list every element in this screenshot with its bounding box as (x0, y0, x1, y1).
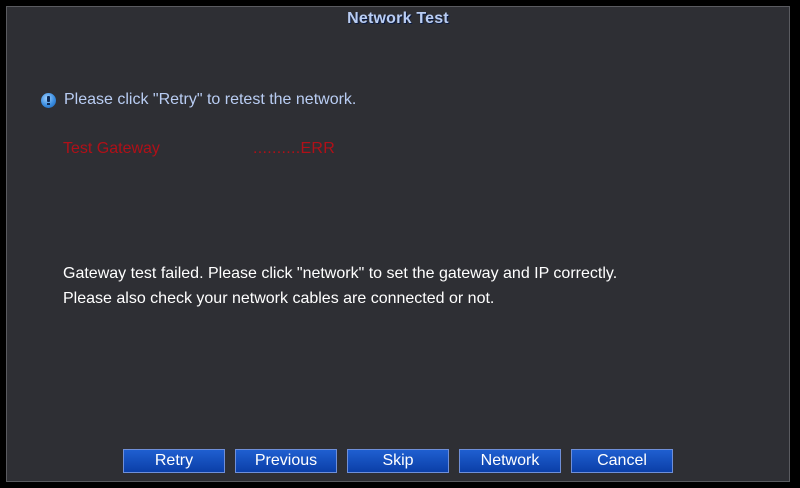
network-test-dialog: Network Test Please click "Retry" to ret… (6, 6, 790, 482)
error-message-line-1: Gateway test failed. Please click "netwo… (63, 265, 618, 282)
cancel-button[interactable]: Cancel (571, 449, 673, 473)
error-message-line-2: Please also check your network cables ar… (63, 290, 495, 307)
retry-button[interactable]: Retry (123, 449, 225, 473)
test-gateway-result: ..........ERR (253, 140, 336, 157)
network-button[interactable]: Network (459, 449, 561, 473)
dialog-title: Network Test (347, 10, 449, 27)
error-message: Gateway test failed. Please click "netwo… (63, 261, 617, 311)
button-bar: Retry Previous Skip Network Cancel (7, 449, 789, 473)
info-icon (41, 92, 56, 108)
test-gateway-label: Test Gateway (63, 140, 160, 157)
info-row: Please click "Retry" to retest the netwo… (41, 91, 356, 109)
test-gateway-row: Test Gateway ..........ERR (63, 140, 335, 158)
skip-button[interactable]: Skip (347, 449, 449, 473)
info-text: Please click "Retry" to retest the netwo… (64, 91, 357, 108)
previous-button[interactable]: Previous (235, 449, 337, 473)
